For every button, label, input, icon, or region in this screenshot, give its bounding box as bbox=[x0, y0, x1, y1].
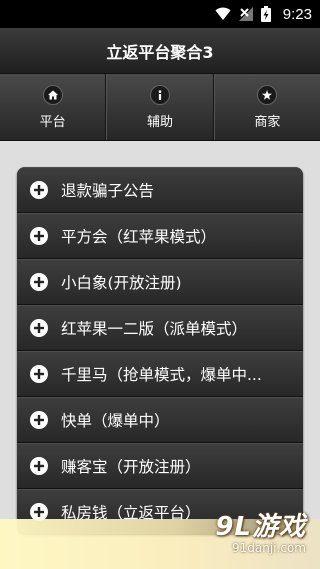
plus-icon bbox=[30, 227, 48, 245]
list-item[interactable]: 红苹果一二版（派单模式） bbox=[17, 305, 303, 351]
tab-platform[interactable]: 平台 bbox=[0, 74, 107, 140]
list-item-label: 平方会（红苹果模式） bbox=[61, 228, 217, 246]
list-item[interactable]: 赚客宝（开放注册） bbox=[17, 443, 303, 489]
watermark-url: 91danji.com bbox=[232, 541, 306, 555]
list-item-label: 红苹果一二版（派单模式） bbox=[61, 320, 248, 338]
page-title: 立返平台聚合3 bbox=[0, 28, 320, 74]
tab-assist[interactable]: 辅助 bbox=[106, 74, 214, 140]
info-icon bbox=[149, 84, 170, 105]
plus-icon bbox=[30, 365, 48, 383]
plus-icon bbox=[30, 181, 48, 199]
battery-charging-icon bbox=[260, 6, 271, 22]
status-time: 9:23 bbox=[282, 5, 312, 23]
plus-icon bbox=[30, 273, 48, 291]
platform-list-container: 退款骗子公告 平方会（红苹果模式） 小白象(开放注册) 红苹果一二版（派单模式）… bbox=[17, 167, 303, 535]
tab-platform-label: 平台 bbox=[39, 114, 66, 130]
tab-merchant-label: 商家 bbox=[254, 114, 281, 130]
list-item[interactable]: 千里马（抢单模式，爆单中... bbox=[17, 351, 303, 397]
watermark: 9L游戏 91danji.com bbox=[215, 506, 306, 555]
watermark-logo: 9L游戏 bbox=[215, 512, 306, 542]
list-item[interactable]: 平方会（红苹果模式） bbox=[17, 213, 303, 259]
signal-off-icon bbox=[238, 7, 253, 21]
list-item-label: 小白象(开放注册) bbox=[61, 274, 182, 292]
star-icon bbox=[257, 84, 278, 105]
list-item[interactable]: 快单（爆单中） bbox=[17, 397, 303, 443]
plus-icon bbox=[30, 411, 48, 429]
wifi-icon bbox=[215, 7, 231, 21]
home-icon bbox=[42, 84, 63, 105]
list-item-label: 快单（爆单中） bbox=[61, 412, 170, 430]
list-item-label: 千里马（抢单模式，爆单中... bbox=[61, 366, 262, 384]
plus-icon bbox=[30, 319, 48, 337]
tab-bar: 平台 辅助 商家 bbox=[0, 74, 320, 141]
list-item-label: 退款骗子公告 bbox=[61, 182, 155, 200]
tab-assist-label: 辅助 bbox=[146, 114, 173, 130]
tab-merchant[interactable]: 商家 bbox=[213, 74, 320, 140]
platform-list: 退款骗子公告 平方会（红苹果模式） 小白象(开放注册) 红苹果一二版（派单模式）… bbox=[17, 167, 303, 535]
list-item[interactable]: 小白象(开放注册) bbox=[17, 259, 303, 305]
list-item-label: 赚客宝（开放注册） bbox=[61, 458, 201, 476]
plus-icon bbox=[30, 457, 48, 475]
status-bar: 9:23 bbox=[0, 0, 320, 28]
list-item[interactable]: 退款骗子公告 bbox=[17, 167, 303, 213]
